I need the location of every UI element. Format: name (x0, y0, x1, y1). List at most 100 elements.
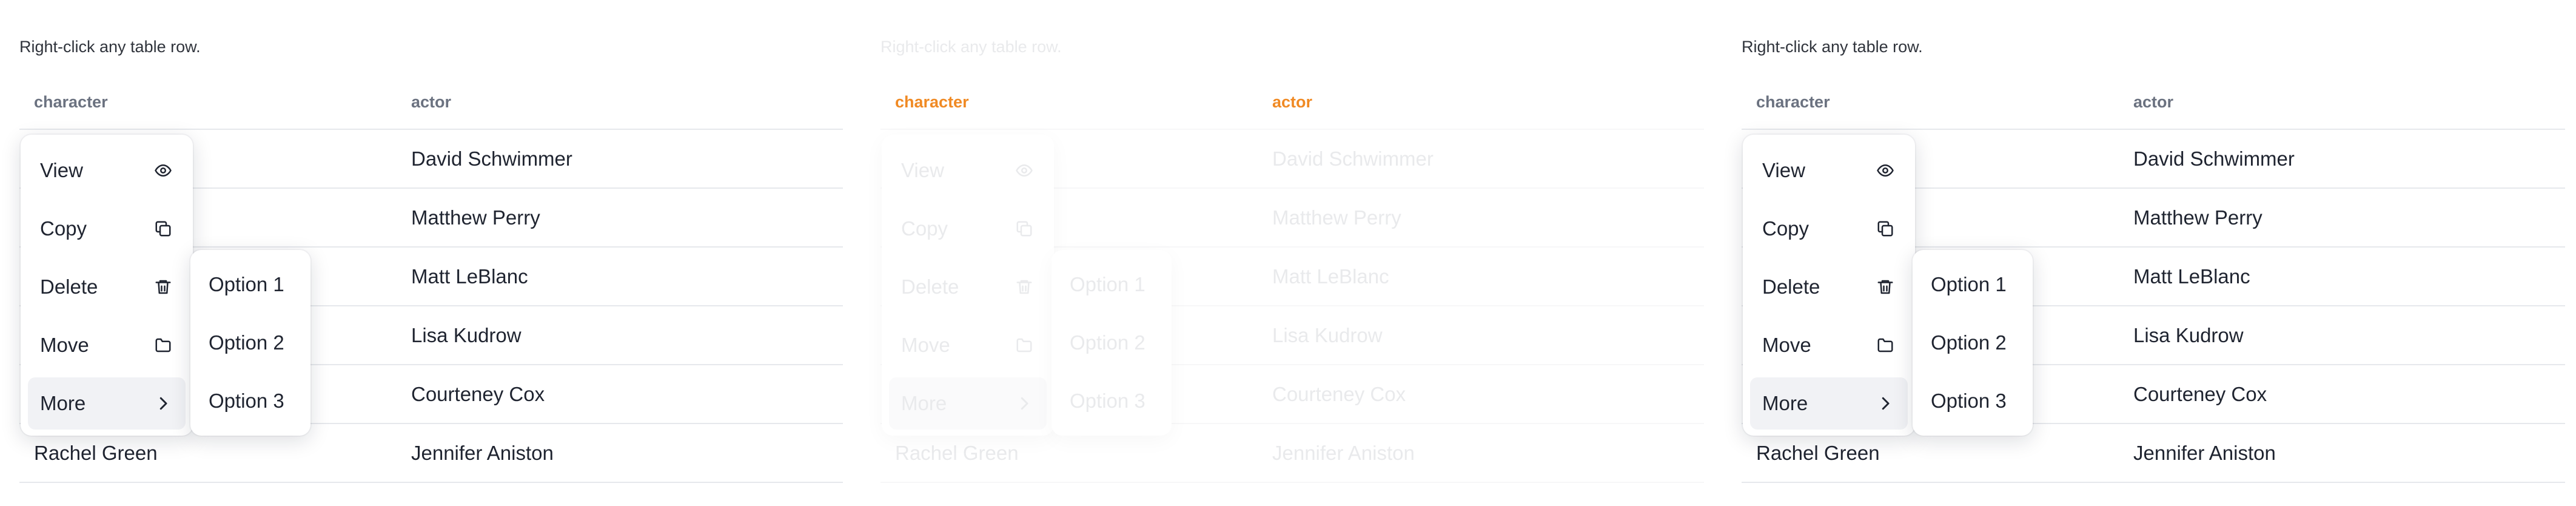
actor-cell: Lisa Kudrow (411, 324, 522, 346)
character-cell: Rachel Green (34, 442, 158, 464)
submenu-item-option-3[interactable]: Option 3 (1058, 375, 1166, 427)
actor-cell: David Schwimmer (411, 147, 572, 170)
column-header-actor[interactable]: actor (1272, 93, 1312, 112)
submenu: Option 1 Option 2 Option 3 (1052, 250, 1172, 436)
instruction-text: Right-click any table row. (880, 38, 1062, 56)
actor-cell: Matt LeBlanc (2133, 265, 2250, 288)
context-menu-item-delete[interactable]: Delete (1750, 261, 1908, 313)
menu-item-label: Copy (1762, 217, 1810, 240)
menu-item-label: Delete (901, 275, 959, 298)
eye-icon (1015, 161, 1033, 180)
submenu-item-label: Option 3 (209, 390, 284, 412)
menu-item-label: More (1762, 392, 1808, 414)
chevron-right-icon (1015, 394, 1033, 413)
context-menu: View Copy Delete Move More (882, 135, 1054, 436)
copy-icon (154, 220, 172, 238)
menu-item-label: View (901, 159, 944, 181)
demo-panel-3: Right-click any table row. character actor… (1722, 0, 2565, 506)
folder-icon (1876, 336, 1894, 354)
demo-panel-1: Right-click any table row. character actor… (0, 0, 843, 506)
eye-icon (154, 161, 172, 180)
context-menu-item-view[interactable]: View (889, 144, 1047, 197)
instruction-text: Right-click any table row. (19, 38, 201, 56)
context-menu-item-copy[interactable]: Copy (1750, 203, 1908, 255)
column-header-character[interactable]: character (1756, 93, 1830, 112)
submenu-item-option-3[interactable]: Option 3 (196, 375, 304, 427)
context-menu: View Copy Delete Move More (1743, 135, 1915, 436)
context-menu-item-copy[interactable]: Copy (889, 203, 1047, 255)
copy-icon (1876, 220, 1894, 238)
context-menu-item-delete[interactable]: Delete (889, 261, 1047, 313)
character-cell: Rachel Green (1756, 442, 1880, 464)
actor-cell: Matthew Perry (411, 206, 540, 229)
menu-item-label: Move (40, 334, 89, 356)
submenu-item-option-1[interactable]: Option 1 (1058, 258, 1166, 311)
actor-cell: Courteney Cox (1272, 383, 1406, 405)
actor-cell: Lisa Kudrow (2133, 324, 2244, 346)
submenu-item-label: Option 1 (1070, 273, 1145, 295)
submenu-item-option-3[interactable]: Option 3 (1919, 375, 2027, 427)
menu-item-label: Move (901, 334, 950, 356)
context-menu-item-delete[interactable]: Delete (28, 261, 186, 313)
column-header-actor[interactable]: actor (2133, 93, 2173, 112)
chevron-right-icon (154, 394, 172, 413)
submenu-item-label: Option 1 (1931, 273, 2007, 295)
actor-cell: Lisa Kudrow (1272, 324, 1383, 346)
actor-cell: Jennifer Aniston (2133, 442, 2276, 464)
column-header-character[interactable]: character (34, 93, 108, 112)
context-menu-item-move[interactable]: Move (28, 319, 186, 371)
context-menu-item-copy[interactable]: Copy (28, 203, 186, 255)
menu-item-label: View (40, 159, 83, 181)
menu-item-label: Move (1762, 334, 1811, 356)
demo-panel-2-faded: Right-click any table row. character actor… (861, 0, 1704, 506)
actor-cell: Matthew Perry (1272, 206, 1401, 229)
menu-item-label: Copy (901, 217, 948, 240)
context-menu-item-view[interactable]: View (1750, 144, 1908, 197)
context-menu: View Copy Delete Move More (21, 135, 193, 436)
column-header-actor[interactable]: actor (411, 93, 451, 112)
menu-item-label: More (901, 392, 947, 414)
column-header-character[interactable]: character (895, 93, 969, 112)
submenu-item-option-1[interactable]: Option 1 (1919, 258, 2027, 311)
submenu-item-label: Option 1 (209, 273, 284, 295)
actor-cell: Matt LeBlanc (411, 265, 528, 288)
submenu: Option 1 Option 2 Option 3 (190, 250, 310, 436)
chevron-right-icon (1876, 394, 1894, 413)
table-header: character actor (1742, 79, 2565, 130)
trash-icon (1015, 278, 1033, 296)
submenu-item-label: Option 3 (1070, 390, 1145, 412)
folder-icon (154, 336, 172, 354)
character-cell: Rachel Green (895, 442, 1019, 464)
actor-cell: Jennifer Aniston (1272, 442, 1415, 464)
menu-item-label: View (1762, 159, 1805, 181)
submenu-item-label: Option 2 (1931, 331, 2007, 354)
trash-icon (154, 278, 172, 296)
actor-cell: Courteney Cox (2133, 383, 2267, 405)
actor-cell: David Schwimmer (2133, 147, 2295, 170)
submenu-item-option-1[interactable]: Option 1 (196, 258, 304, 311)
menu-item-label: Copy (40, 217, 87, 240)
folder-icon (1015, 336, 1033, 354)
context-menu-item-more[interactable]: More (889, 377, 1047, 430)
menu-item-label: Delete (40, 275, 98, 298)
context-menu-item-more[interactable]: More (28, 377, 186, 430)
context-menu-item-more[interactable]: More (1750, 377, 1908, 430)
trash-icon (1876, 278, 1894, 296)
submenu-item-option-2[interactable]: Option 2 (1058, 317, 1166, 369)
menu-item-label: Delete (1762, 275, 1820, 298)
actor-cell: Matt LeBlanc (1272, 265, 1389, 288)
submenu-item-option-2[interactable]: Option 2 (196, 317, 304, 369)
eye-icon (1876, 161, 1894, 180)
instruction-text: Right-click any table row. (1742, 38, 1923, 56)
actor-cell: David Schwimmer (1272, 147, 1434, 170)
submenu-item-label: Option 2 (209, 331, 284, 354)
submenu-item-option-2[interactable]: Option 2 (1919, 317, 2027, 369)
submenu-item-label: Option 3 (1931, 390, 2007, 412)
context-menu-item-move[interactable]: Move (1750, 319, 1908, 371)
actor-cell: Courteney Cox (411, 383, 545, 405)
context-menu-item-move[interactable]: Move (889, 319, 1047, 371)
submenu: Option 1 Option 2 Option 3 (1913, 250, 2033, 436)
context-menu-item-view[interactable]: View (28, 144, 186, 197)
actor-cell: Jennifer Aniston (411, 442, 554, 464)
submenu-item-label: Option 2 (1070, 331, 1145, 354)
